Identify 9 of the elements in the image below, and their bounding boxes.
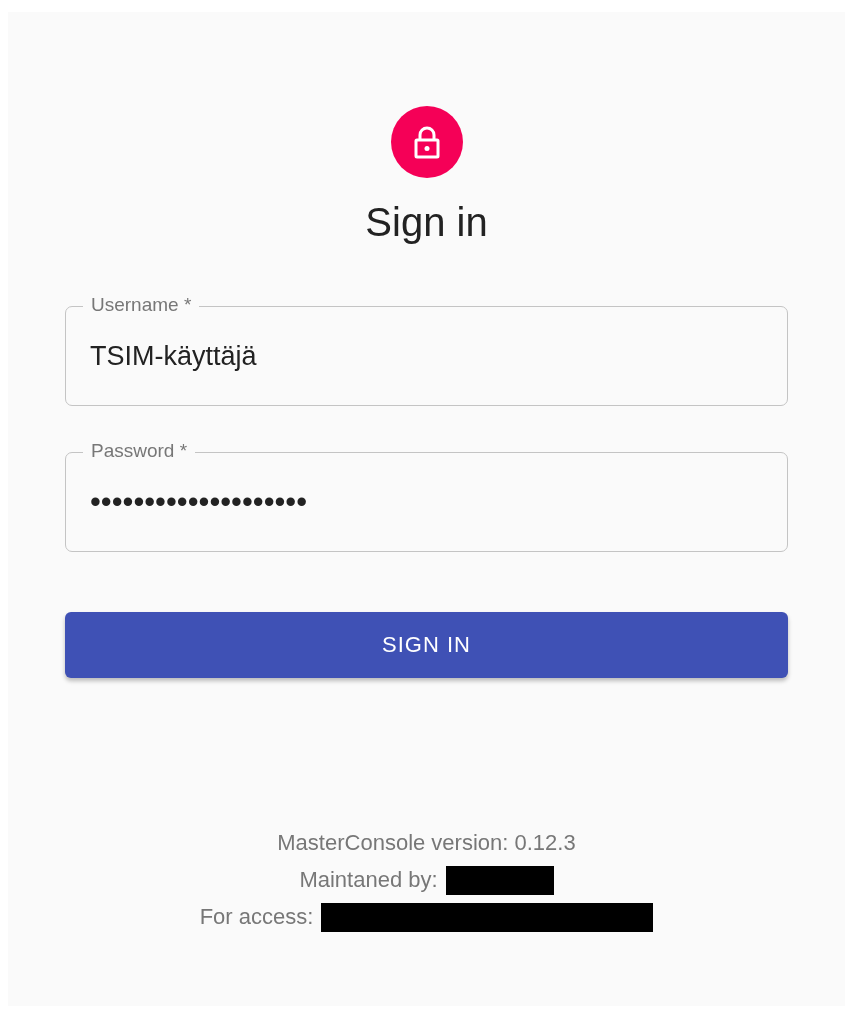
password-field[interactable]: Password * •••••••••••••••••••• [65,440,788,552]
footer-text: Maintaned by: [299,867,438,893]
footer-text: MasterConsole version: 0.12.3 [277,830,576,856]
footer-text: For access: [199,904,314,930]
page-title: Sign in [365,199,488,246]
sign-in-button[interactable]: SIGN IN [65,612,788,678]
username-field[interactable]: Username * TSIM-käyttäjä [65,294,788,406]
field-value: •••••••••••••••••••• [90,484,308,520]
field-value: TSIM-käyttäjä [90,340,257,372]
